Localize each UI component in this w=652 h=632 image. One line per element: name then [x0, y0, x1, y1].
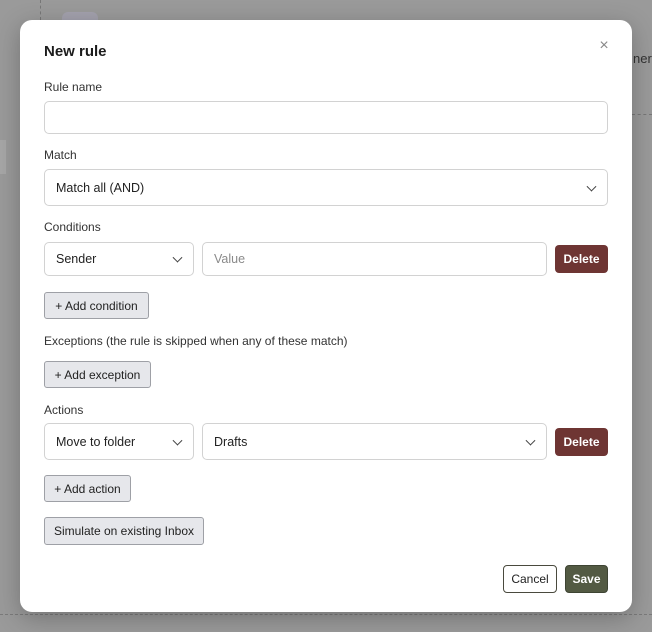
chevron-down-icon — [172, 435, 183, 446]
match-selected-value: Match all (AND) — [56, 180, 145, 195]
chevron-down-icon — [586, 181, 597, 192]
action-target-value: Drafts — [214, 434, 248, 449]
actions-label: Actions — [44, 403, 84, 417]
add-action-button[interactable]: + Add action — [44, 475, 131, 502]
action-type-select[interactable]: Move to folder — [44, 423, 194, 460]
new-rule-dialog: New rule × Rule name Match Match all (AN… — [20, 20, 632, 612]
close-icon[interactable]: × — [594, 36, 614, 56]
rule-name-label: Rule name — [44, 80, 103, 94]
condition-field-select[interactable]: Sender — [44, 242, 194, 276]
background-sidebar-marker — [0, 140, 6, 174]
add-exception-button[interactable]: + Add exception — [44, 361, 151, 388]
cancel-button[interactable]: Cancel — [503, 565, 557, 593]
rule-name-input[interactable] — [44, 101, 608, 134]
add-condition-button[interactable]: + Add condition — [44, 292, 149, 319]
dialog-title: New rule — [44, 43, 107, 60]
background-divider — [0, 614, 652, 615]
background-divider — [40, 0, 41, 20]
action-target-select[interactable]: Drafts — [202, 423, 547, 460]
chevron-down-icon — [172, 252, 183, 263]
condition-field-value: Sender — [56, 252, 97, 266]
delete-action-button[interactable]: Delete — [555, 428, 608, 456]
background-partial-text: ner — [633, 51, 652, 66]
condition-value-placeholder: Value — [214, 252, 246, 266]
match-label: Match — [44, 148, 77, 162]
condition-value-input[interactable]: Value — [202, 242, 547, 276]
conditions-label: Conditions — [44, 220, 101, 234]
chevron-down-icon — [525, 435, 536, 446]
match-select[interactable]: Match all (AND) — [44, 169, 608, 206]
exceptions-label: Exceptions (the rule is skipped when any… — [44, 334, 348, 348]
save-button[interactable]: Save — [565, 565, 608, 593]
simulate-button[interactable]: Simulate on existing Inbox — [44, 517, 204, 545]
action-type-value: Move to folder — [56, 434, 136, 449]
delete-condition-button[interactable]: Delete — [555, 245, 608, 273]
background-divider — [632, 114, 652, 115]
